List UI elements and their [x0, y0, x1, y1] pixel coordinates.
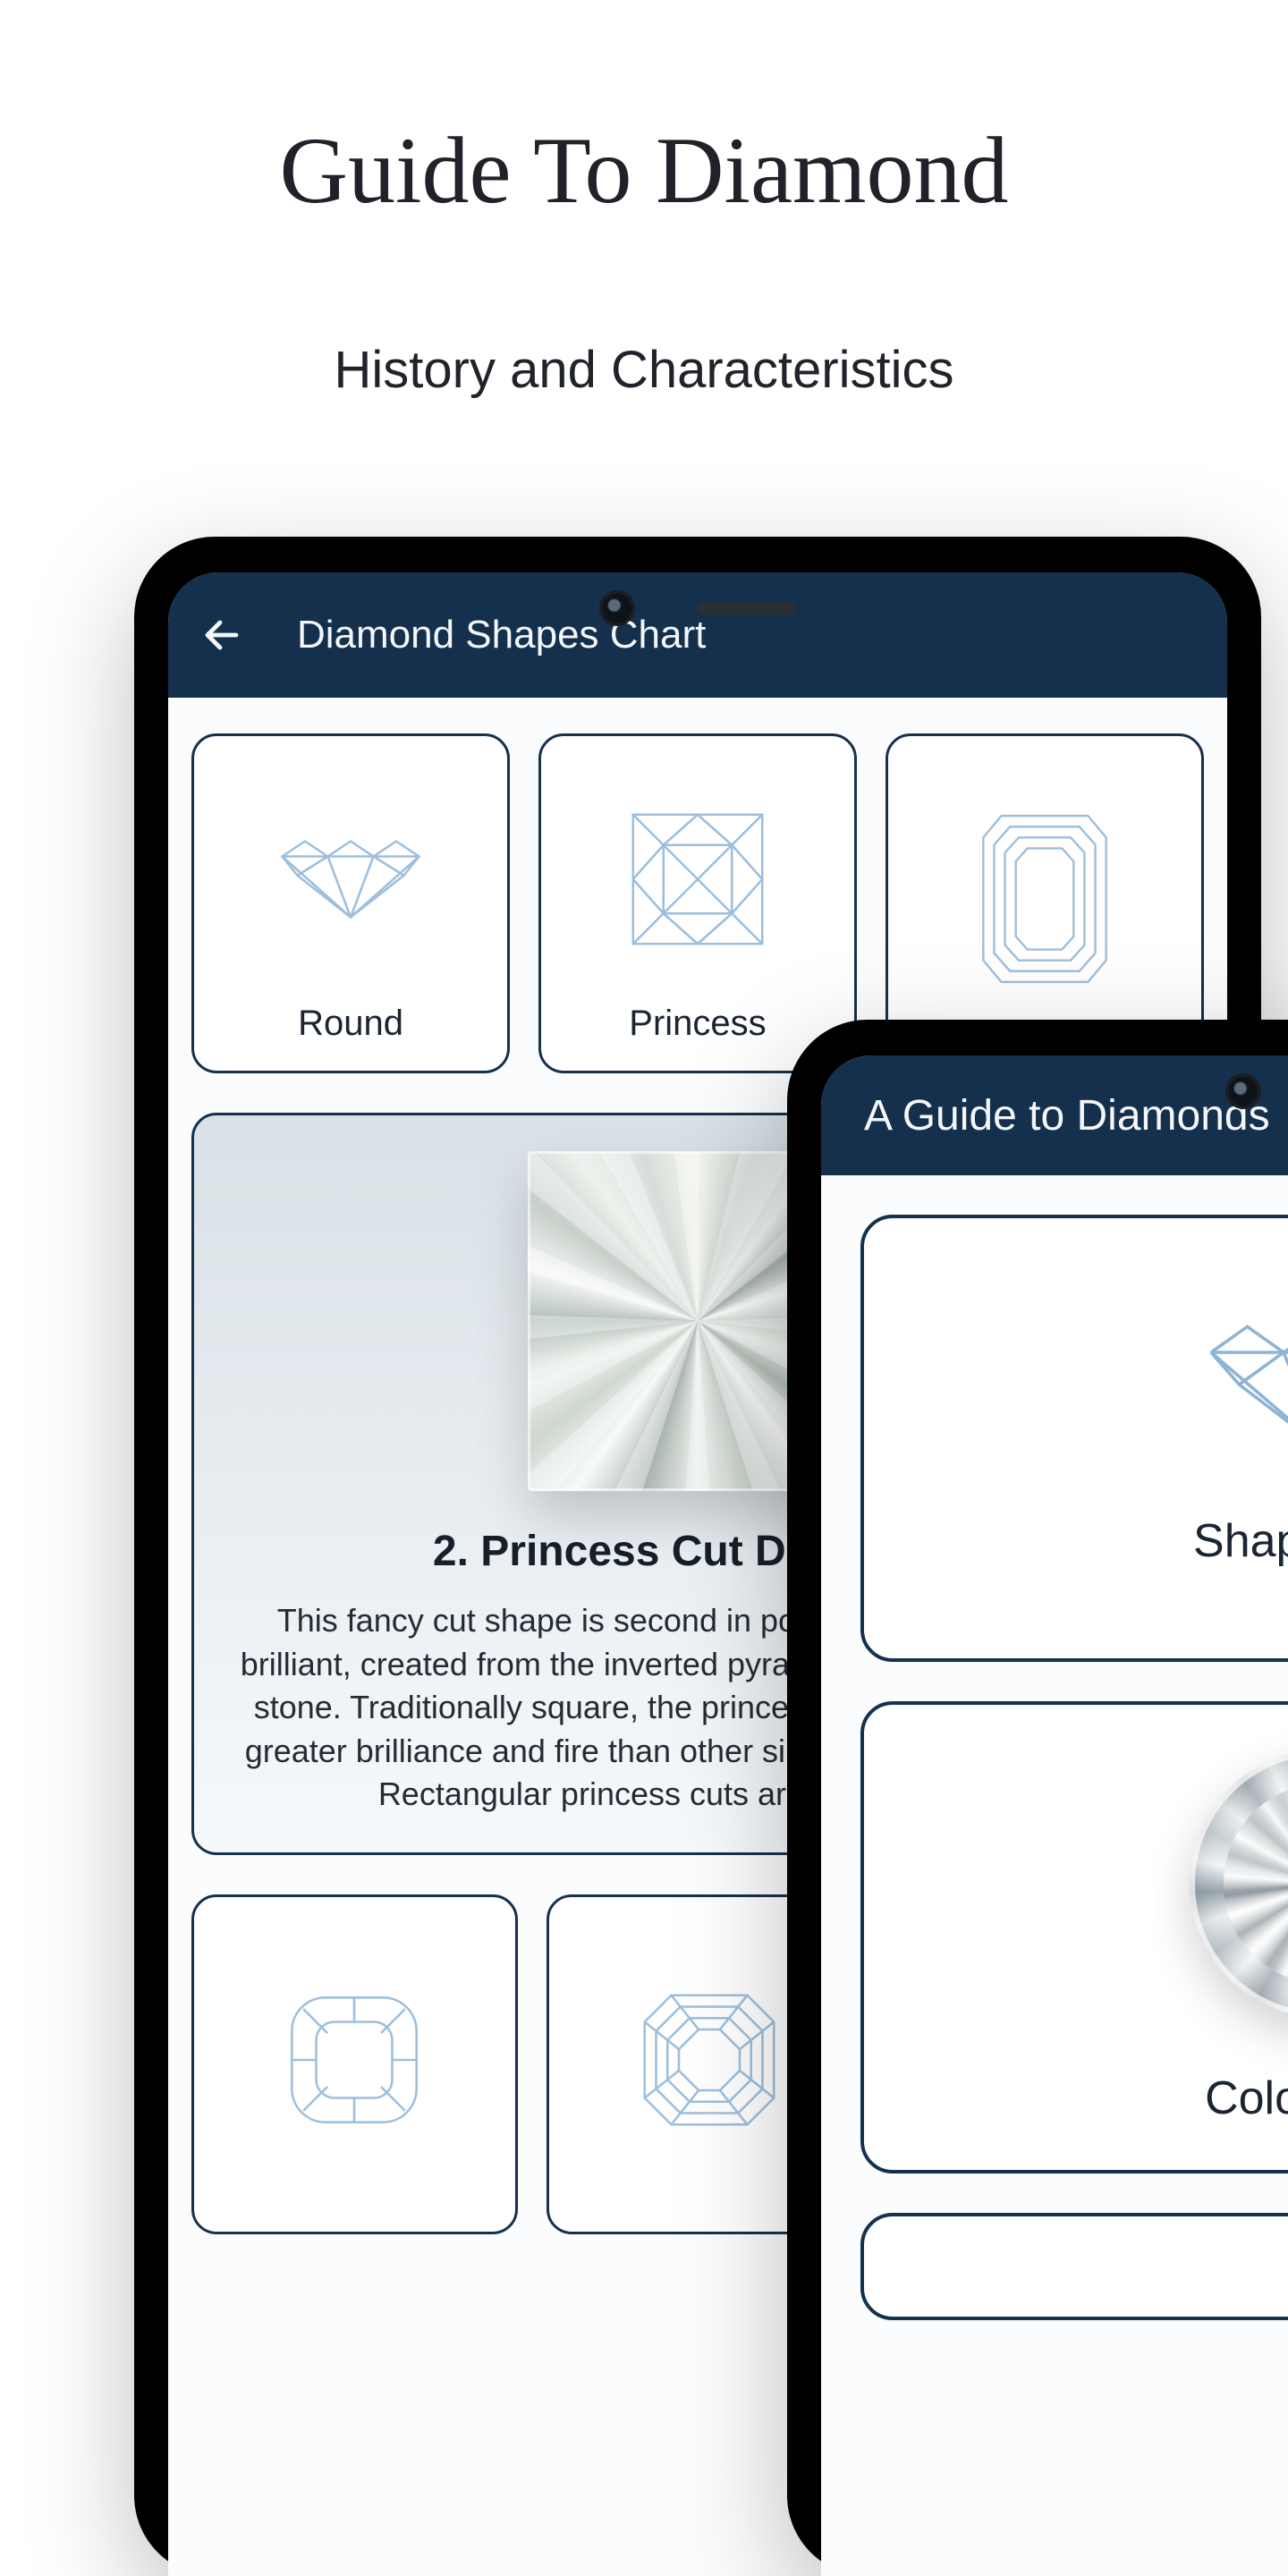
camera-icon	[599, 590, 635, 626]
round-diamond-large-icon	[1203, 1309, 1288, 1461]
guide-card-color-chart[interactable]: Color Chart	[860, 1701, 1288, 2174]
shape-card-label: Round	[298, 1004, 403, 1044]
appbar-title: A Guide to Diamonds	[864, 1091, 1270, 1140]
shape-card-label: Princess	[629, 1004, 766, 1044]
shape-card-cushion[interactable]	[191, 1894, 518, 2234]
guide-card-label: Color Chart	[1205, 2072, 1288, 2125]
page-subtitle: History and Characteristics	[0, 340, 1288, 400]
phone-earpiece	[599, 590, 796, 626]
round-diamond-icon	[275, 830, 427, 928]
guide-card-partial[interactable]	[860, 2213, 1288, 2320]
content-area: Shape Chart Color Chart	[821, 1175, 1288, 2576]
back-arrow-icon	[200, 614, 243, 657]
phone-earpiece	[1225, 1073, 1288, 1109]
cushion-diamond-icon	[278, 1984, 430, 2136]
emerald-diamond-icon	[969, 805, 1121, 993]
speaker-icon	[698, 602, 796, 614]
round-diamond-photo	[1190, 1750, 1288, 2018]
shape-card-princess[interactable]: Princess	[538, 733, 857, 1073]
asscher-diamond-icon	[633, 1984, 785, 2136]
appbar: A Guide to Diamonds	[821, 1055, 1288, 1175]
guide-card-label: Shape Chart	[1193, 1514, 1288, 1568]
shape-card-round[interactable]: Round	[191, 733, 510, 1073]
page-title: Guide To Diamond	[0, 116, 1288, 225]
guide-card-shape-chart[interactable]: Shape Chart	[860, 1215, 1288, 1662]
back-button[interactable]	[197, 610, 247, 660]
camera-icon	[1225, 1073, 1261, 1109]
phone-frame-front: A Guide to Diamonds Shape Chart Color	[787, 1020, 1288, 2576]
princess-diamond-icon	[622, 803, 774, 955]
screen-guide-home: A Guide to Diamonds Shape Chart Color	[821, 1055, 1288, 2576]
